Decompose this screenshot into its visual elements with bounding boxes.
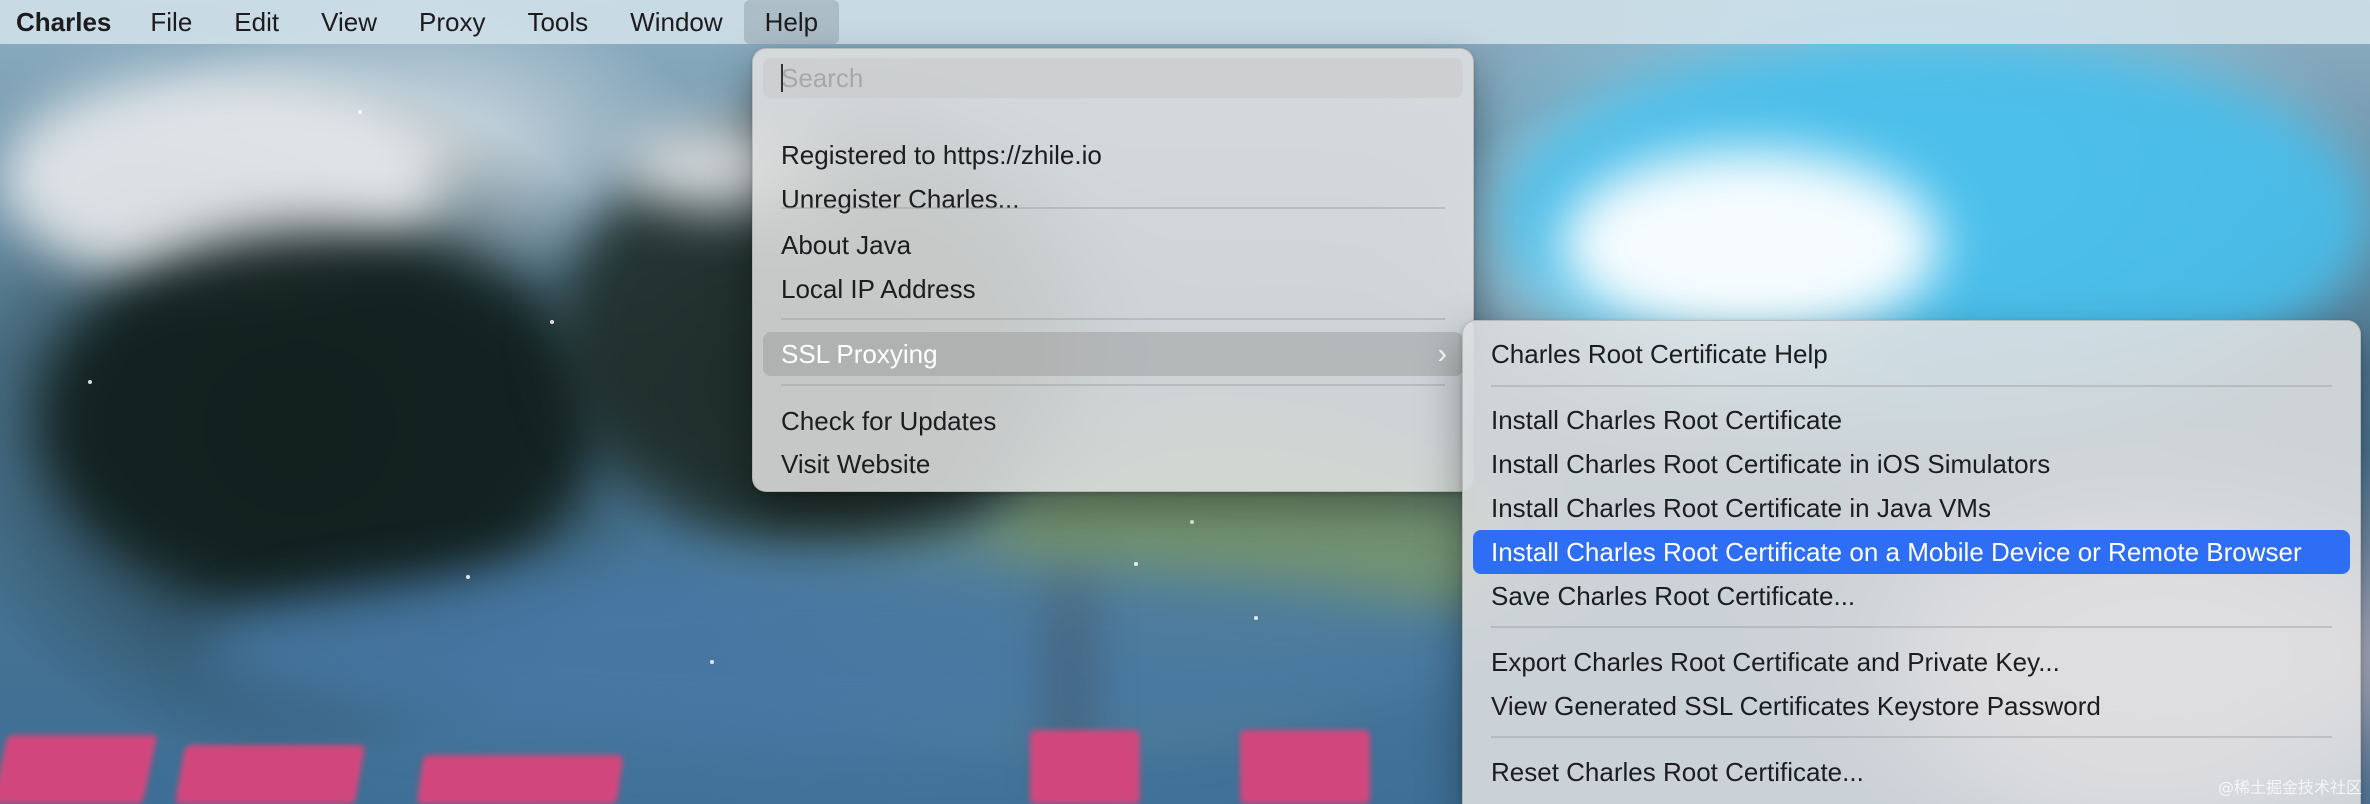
menubar-edit[interactable]: Edit xyxy=(213,0,300,44)
menubar-window[interactable]: Window xyxy=(609,0,743,44)
menu-item-registered-to[interactable]: Registered to https://zhile.io xyxy=(763,133,1463,177)
menu-item-export-root-cert-private-key[interactable]: Export Charles Root Certificate and Priv… xyxy=(1473,640,2350,684)
menubar-help[interactable]: Help xyxy=(743,0,840,44)
menu-separator xyxy=(781,318,1445,320)
menu-item-local-ip-address[interactable]: Local IP Address xyxy=(763,267,1463,311)
help-menu: Registered to https://zhile.io Unregiste… xyxy=(752,48,1474,492)
menu-separator xyxy=(1491,385,2332,387)
menu-item-view-keystore-password[interactable]: View Generated SSL Certificates Keystore… xyxy=(1473,684,2350,728)
menu-item-check-for-updates[interactable]: Check for Updates xyxy=(763,399,1463,443)
menubar-file[interactable]: File xyxy=(129,0,213,44)
menu-item-ssl-proxying[interactable]: SSL Proxying › xyxy=(763,332,1463,376)
text-caret xyxy=(781,64,783,92)
menubar-proxy[interactable]: Proxy xyxy=(398,0,506,44)
ssl-proxying-submenu: Charles Root Certificate Help Install Ch… xyxy=(1462,320,2361,804)
menu-separator xyxy=(781,384,1445,386)
menu-item-install-root-cert-mobile-device[interactable]: Install Charles Root Certificate on a Mo… xyxy=(1473,530,2350,574)
menubar-app-name[interactable]: Charles xyxy=(0,0,129,44)
menubar-view[interactable]: View xyxy=(300,0,398,44)
menu-item-unregister-charles[interactable]: Unregister Charles... xyxy=(763,177,1463,221)
menu-item-install-root-cert[interactable]: Install Charles Root Certificate xyxy=(1473,398,2350,442)
menu-item-root-cert-help[interactable]: Charles Root Certificate Help xyxy=(1473,332,2350,376)
menu-item-about-java[interactable]: About Java xyxy=(763,223,1463,267)
watermark-text: @稀土掘金技术社区 xyxy=(2217,778,2362,797)
menu-separator xyxy=(781,207,1445,209)
menu-item-install-root-cert-java-vms[interactable]: Install Charles Root Certificate in Java… xyxy=(1473,486,2350,530)
menu-separator xyxy=(1491,736,2332,738)
menu-item-save-root-cert[interactable]: Save Charles Root Certificate... xyxy=(1473,574,2350,618)
menu-item-visit-website[interactable]: Visit Website xyxy=(763,442,1463,486)
menubar-tools[interactable]: Tools xyxy=(506,0,609,44)
menu-item-ssl-proxying-label: SSL Proxying xyxy=(781,339,938,369)
menu-bar: Charles File Edit View Proxy Tools Windo… xyxy=(0,0,2370,44)
help-search-box[interactable] xyxy=(763,58,1463,98)
chevron-right-icon: › xyxy=(1437,338,1447,369)
menu-item-install-root-cert-ios-simulators[interactable]: Install Charles Root Certificate in iOS … xyxy=(1473,442,2350,486)
menu-separator xyxy=(1491,626,2332,628)
help-search-input[interactable] xyxy=(781,58,1463,98)
